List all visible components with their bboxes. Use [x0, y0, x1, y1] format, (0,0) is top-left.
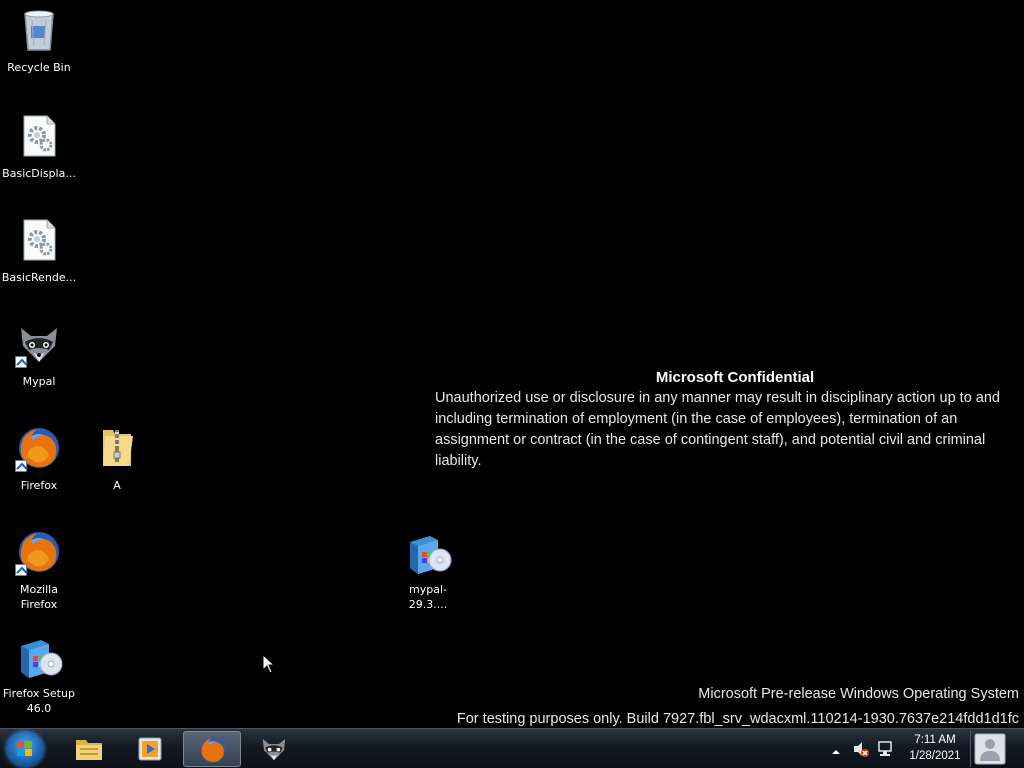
desktop-icon-label: A: [113, 479, 121, 492]
firefox-icon: [15, 528, 63, 576]
desktop-icon-a[interactable]: A: [79, 424, 155, 493]
confidential-body: Unauthorized use or disclosure in any ma…: [435, 390, 1000, 469]
shortcut-arrow-icon: [15, 460, 27, 472]
desktop-icon-label: Mozilla Firefox: [20, 583, 58, 611]
desktop-icon-mozilla-firefox[interactable]: Mozilla Firefox: [1, 528, 77, 612]
shortcut-arrow-icon: [15, 356, 27, 368]
system-clock[interactable]: 7:11 AM 1/28/2021: [904, 732, 966, 764]
desktop-icon-basicdisplay[interactable]: BasicDispla...: [1, 112, 77, 181]
mypal-raccoon-icon: [15, 320, 63, 368]
firefox-icon: [15, 424, 63, 472]
mypal-raccoon-icon: [259, 734, 289, 764]
user-account-button[interactable]: [970, 731, 1008, 767]
settings-file-icon: [15, 216, 63, 264]
user-account-icon: [974, 733, 1006, 765]
build-watermark: Microsoft Pre-release Windows Operating …: [457, 682, 1019, 732]
desktop-icon-mypal[interactable]: Mypal: [1, 320, 77, 389]
taskbar-mypal-button[interactable]: [245, 731, 303, 767]
clock-time: 7:11 AM: [914, 734, 956, 746]
start-button[interactable]: [6, 731, 44, 767]
desktop-icon-label: BasicDispla...: [2, 167, 76, 180]
desktop-icon-firefox-setup[interactable]: Firefox Setup 46.0: [1, 632, 77, 716]
zip-folder-icon: [93, 424, 141, 472]
confidential-title: Microsoft Confidential: [655, 369, 815, 386]
installer-icon: [15, 632, 63, 680]
shortcut-arrow-icon: [15, 564, 27, 576]
confidential-notice: Microsoft Confidential Unauthorized use …: [435, 368, 1015, 472]
desktop-icon-mypal-installer[interactable]: mypal-29.3....: [390, 528, 466, 612]
taskbar-firefox-button[interactable]: [183, 731, 241, 767]
desktop-icon-firefox[interactable]: Firefox: [1, 424, 77, 493]
firefox-icon: [198, 735, 228, 765]
taskbar-media-player-button[interactable]: [121, 731, 179, 767]
mouse-cursor-icon: [262, 653, 276, 678]
taskbar-explorer-button[interactable]: [60, 731, 118, 767]
taskbar: 7:11 AM 1/28/2021: [0, 728, 1024, 768]
recycle-bin-icon: [15, 6, 63, 54]
desktop-icon-recycle-bin[interactable]: Recycle Bin: [1, 6, 77, 75]
desktop-icon-label: Mypal: [22, 375, 56, 388]
media-player-icon: [135, 734, 165, 764]
show-hidden-icons-arrow[interactable]: [830, 743, 842, 755]
windows-explorer-icon: [74, 734, 104, 764]
os-line: Microsoft Pre-release Windows Operating …: [698, 686, 1019, 702]
desktop-icon-label: BasicRende...: [1, 271, 77, 284]
installer-icon: [404, 528, 452, 576]
desktop-icon-basicrender[interactable]: BasicRende...: [1, 216, 77, 285]
speaker-muted-icon[interactable]: [852, 740, 870, 758]
desktop-icon-label: Recycle Bin: [7, 61, 71, 74]
settings-file-icon: [15, 112, 63, 160]
network-icon[interactable]: [876, 740, 894, 758]
desktop-icon-label: Firefox: [20, 479, 58, 492]
clock-date: 1/28/2021: [909, 750, 961, 762]
desktop-icon-label: Firefox Setup 46.0: [3, 687, 75, 715]
desktop-icon-label: mypal-29.3....: [408, 583, 448, 611]
windows-logo-icon: [17, 741, 33, 757]
